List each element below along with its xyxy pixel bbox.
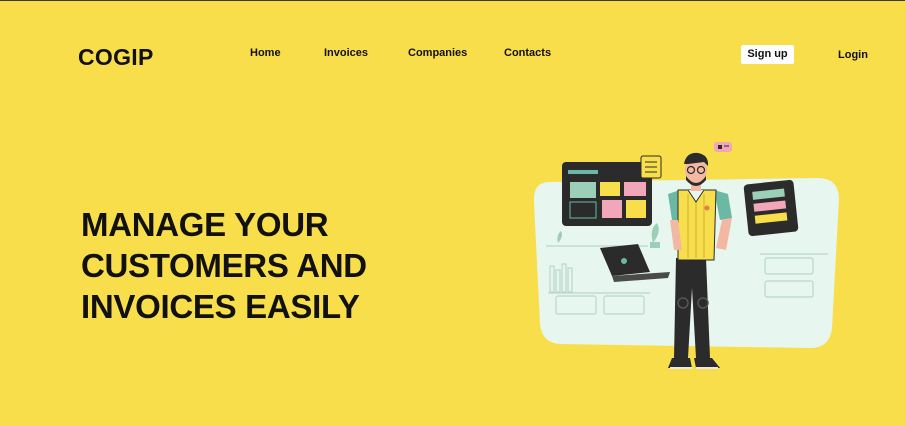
nav-invoices[interactable]: Invoices: [324, 47, 368, 59]
dashboard-monitor-right: [743, 179, 799, 237]
hero-line-1: MANAGE YOUR: [81, 206, 329, 243]
hero-line-2: CUSTOMERS AND: [81, 247, 367, 284]
hero-line-3: INVOICES EASILY: [81, 288, 360, 325]
nav-home[interactable]: Home: [250, 47, 281, 59]
top-border: [0, 0, 905, 1]
logo[interactable]: COGIP: [78, 44, 154, 71]
hero-illustration: [533, 142, 839, 369]
dashboard-monitor-left: [562, 162, 652, 226]
hero-title: MANAGE YOUR CUSTOMERS AND INVOICES EASIL…: [81, 204, 367, 327]
note-icon: [640, 155, 662, 179]
signup-button[interactable]: Sign up: [741, 45, 794, 64]
chat-bubble-icon: [714, 142, 732, 152]
nav-contacts[interactable]: Contacts: [504, 47, 551, 59]
login-link[interactable]: Login: [838, 49, 868, 61]
nav-companies[interactable]: Companies: [408, 47, 467, 59]
